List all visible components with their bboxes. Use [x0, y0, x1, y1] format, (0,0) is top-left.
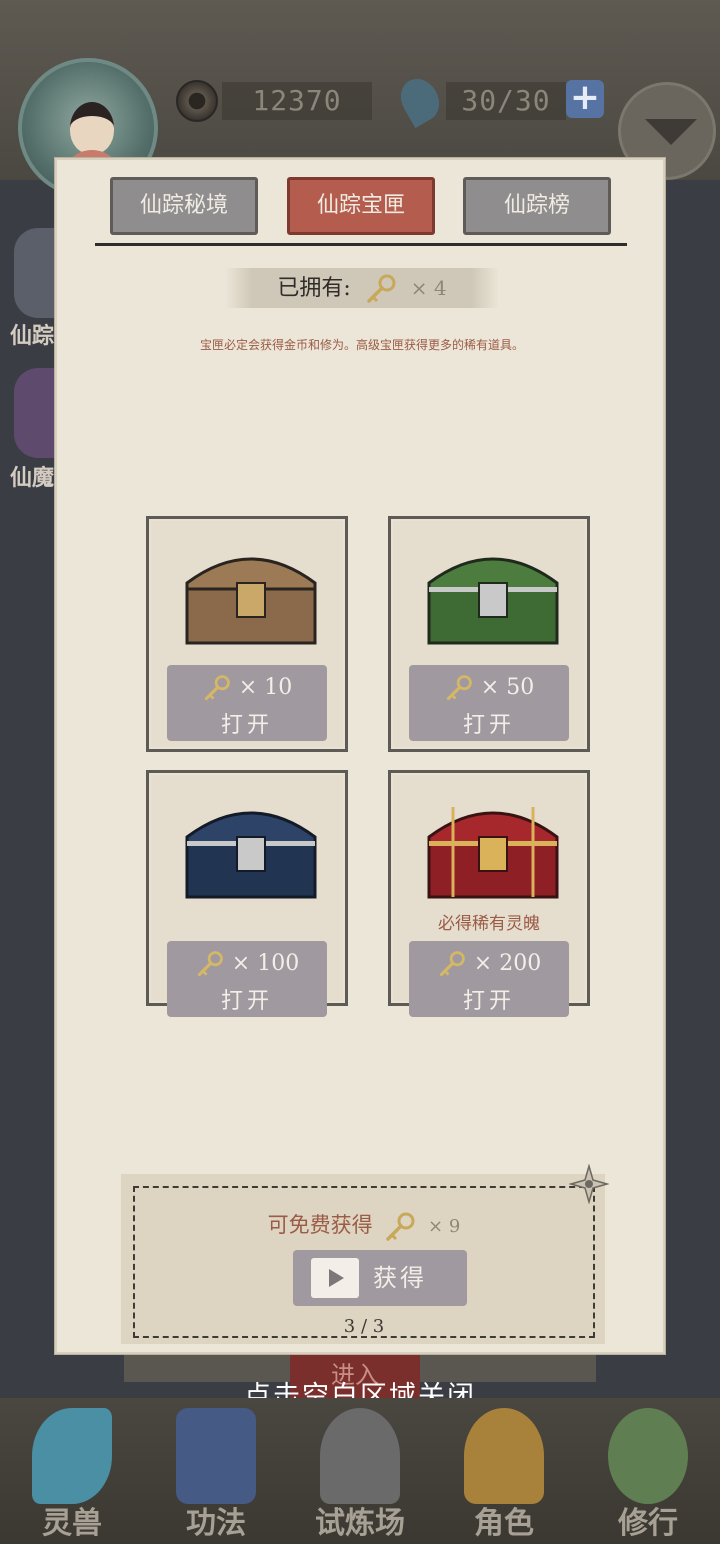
coin-icon	[176, 80, 218, 122]
nav-label: 试炼场	[315, 1506, 405, 1541]
key-icon	[197, 951, 223, 977]
key-icon	[439, 951, 465, 977]
open-green-chest-button[interactable]: × 50 打开	[409, 665, 569, 741]
nav-label: 角色	[474, 1506, 534, 1541]
chest-description: 宝匣必定会获得金币和修为。高级宝匣获得更多的稀有道具。	[199, 338, 524, 352]
side-label-1: 仙踪	[10, 323, 55, 349]
free-label: 可免费获得	[267, 1213, 373, 1237]
straw-hat-icon	[464, 1408, 544, 1504]
nav-label: 功法	[186, 1506, 246, 1541]
cost-value: × 200	[473, 951, 542, 976]
mountain-icon	[320, 1408, 400, 1504]
owned-count: × 4	[410, 276, 447, 300]
key-icon	[367, 274, 396, 303]
coin-amount: 12370	[222, 82, 372, 120]
key-icon	[386, 1212, 415, 1241]
tab-divider	[95, 243, 627, 246]
watch-video-get-button[interactable]: 获得	[293, 1250, 467, 1306]
open-label: 打开	[462, 989, 515, 1014]
owned-label: 已拥有:	[277, 276, 351, 301]
free-count: × 9	[428, 1216, 461, 1237]
nav-item-spirit-beast[interactable]: 灵兽	[0, 1398, 144, 1544]
nav-item-character[interactable]: 角色	[432, 1398, 576, 1544]
feather-icon	[32, 1408, 112, 1504]
gourd-icon	[608, 1408, 688, 1504]
free-keys-frame: 可免费获得 × 9 获得 3 / 3	[133, 1186, 595, 1338]
treasure-chest-panel: 仙踪秘境 仙踪宝匣 仙踪榜 已拥有: × 4 宝匣必定会获得金币和修为。高级宝匣…	[55, 158, 665, 1354]
chevron-down-icon	[645, 119, 697, 145]
open-blue-chest-button[interactable]: × 100 打开	[167, 941, 327, 1017]
key-icon	[204, 675, 230, 701]
free-progress: 3 / 3	[343, 1316, 385, 1337]
wooden-chest-icon	[185, 557, 317, 645]
cost: × 200	[409, 949, 569, 979]
open-red-chest-button[interactable]: × 200 打开	[409, 941, 569, 1017]
red-chest-icon	[427, 807, 559, 899]
green-chest-icon	[427, 557, 559, 645]
book-icon	[176, 1408, 256, 1504]
owned-keys: 已拥有: × 4	[225, 268, 499, 308]
nav-item-skills[interactable]: 功法	[144, 1398, 288, 1544]
add-stamina-button[interactable]: +	[566, 80, 604, 118]
tab-leaderboard[interactable]: 仙踪榜	[463, 177, 611, 235]
stamina-amount: 30/30	[446, 82, 566, 120]
open-label: 打开	[462, 713, 515, 738]
key-icon	[446, 675, 472, 701]
nav-item-trial[interactable]: 试炼场	[288, 1398, 432, 1544]
avatar-face	[70, 102, 114, 154]
tab-treasure-box[interactable]: 仙踪宝匣	[287, 177, 435, 235]
nav-label: 修行	[618, 1506, 678, 1541]
chest-card-red: 必得稀有灵魄 × 200 打开	[388, 770, 590, 1017]
cost-value: × 50	[480, 675, 535, 700]
video-play-icon	[311, 1258, 359, 1298]
nav-label: 灵兽	[42, 1506, 102, 1541]
chest-card-wooden: × 10 打开	[146, 516, 348, 752]
cost: × 100	[167, 949, 327, 979]
blue-chest-icon	[185, 811, 317, 899]
get-label: 获得	[373, 1264, 427, 1292]
free-keys-title: 可免费获得 × 9	[135, 1208, 593, 1244]
open-label: 打开	[220, 713, 273, 738]
cost: × 10	[167, 673, 327, 703]
free-keys-box: 可免费获得 × 9 获得 3 / 3	[121, 1174, 605, 1344]
cost-value: × 10	[238, 675, 293, 700]
chest-card-blue: × 100 打开	[146, 770, 348, 1017]
cost-value: × 100	[231, 951, 300, 976]
nav-item-cultivation[interactable]: 修行	[576, 1398, 720, 1544]
chest-card-green: × 50 打开	[388, 516, 590, 752]
open-wooden-chest-button[interactable]: × 10 打开	[167, 665, 327, 741]
side-label-2: 仙魔	[10, 465, 55, 491]
bottom-nav: 灵兽 功法 试炼场 角色 修行	[0, 1398, 720, 1544]
shuriken-icon	[569, 1164, 609, 1204]
open-label: 打开	[220, 989, 273, 1014]
tab-secret-realm[interactable]: 仙踪秘境	[110, 177, 258, 235]
cost: × 50	[409, 673, 569, 703]
rare-soul-note: 必得稀有灵魄	[438, 914, 540, 934]
